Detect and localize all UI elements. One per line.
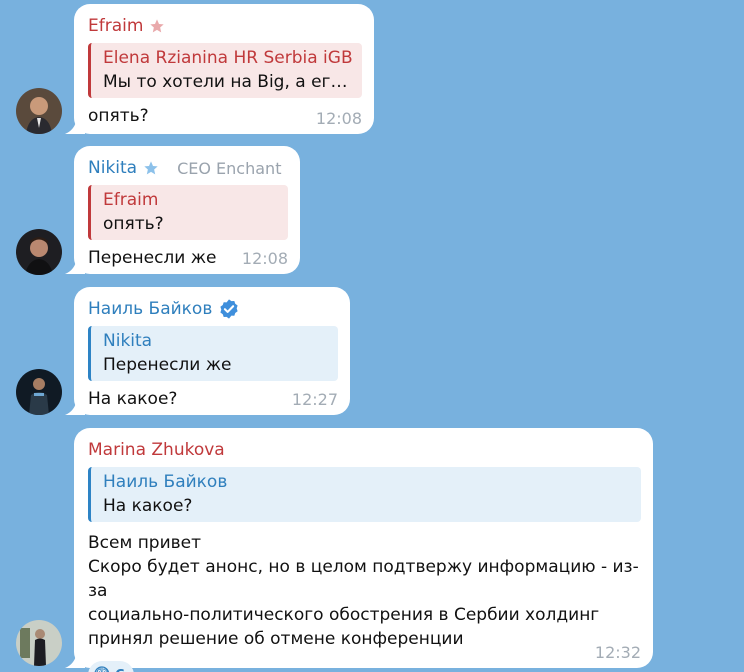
verified-badge-icon [220, 299, 238, 319]
avatar-efraim[interactable] [16, 88, 62, 134]
reply-author: Nikita [103, 331, 153, 351]
reply-author: Наиль Байков [103, 472, 228, 492]
reply-author: Efraim [103, 190, 159, 210]
author-name[interactable]: Efraim [88, 16, 143, 36]
message-time: 12:32 [594, 643, 641, 662]
reply-text: На какое? [103, 496, 193, 516]
message-bubble-marina-zhukova[interactable]: Marina Zhukova Наиль Байков На какое? Вс… [65, 428, 653, 672]
avatar-marina-zhukova[interactable] [16, 620, 62, 666]
message-text-line: социально-политического обострения в Сер… [88, 605, 600, 625]
message-bubble-nikita[interactable]: Nikita CEO Enchant Efraim опять? Перенес… [65, 146, 300, 274]
message-time: 12:27 [291, 390, 338, 409]
author-title: CEO Enchant [177, 158, 282, 178]
reply-quote[interactable]: Наиль Байков На какое? [88, 467, 641, 522]
bubble-tail [65, 118, 85, 134]
author-name[interactable]: Marina Zhukova [88, 440, 225, 460]
star-icon [150, 19, 165, 33]
message-author[interactable]: Marina Zhukova [88, 438, 641, 462]
bubble-tail [65, 258, 85, 274]
reply-author: Elena Rzianina HR Serbia iGB [103, 48, 353, 68]
avatar-nikita-image [16, 229, 62, 275]
author-name[interactable]: Наиль Байков [88, 299, 212, 319]
message-time: 12:08 [315, 109, 362, 128]
reply-quote[interactable]: Efraim опять? [88, 185, 288, 240]
avatar-nail-baikov-image [16, 369, 62, 415]
avatar-marina-zhukova-image [16, 620, 62, 666]
reply-text: Перенесли же [103, 355, 232, 375]
reply-quote[interactable]: Elena Rzianina HR Serbia iGB Мы то хотел… [88, 43, 362, 98]
reaction-count: 6 [115, 666, 125, 672]
avatar-nikita[interactable] [16, 229, 62, 275]
message-author[interactable]: Efraim [88, 14, 362, 38]
bubble-tail [65, 399, 85, 415]
message-text: Всем привет Скоро будет анонс, но в цело… [88, 531, 641, 651]
star-icon [144, 161, 158, 175]
message-bubble-efraim[interactable]: Efraim Elena Rzianina HR Serbia iGB Мы т… [65, 4, 374, 134]
avatar-efraim-image [16, 88, 62, 134]
reply-text: Мы то хотели на Big, а его ... [103, 72, 354, 92]
message-bubble-nail-baikov[interactable]: Наиль Байков Nikita Перенесли же На како… [65, 287, 350, 415]
reaction-button[interactable]: 😨 6 [88, 661, 135, 672]
author-name[interactable]: Nikita [88, 158, 137, 178]
message-author[interactable]: Nikita CEO Enchant [88, 156, 288, 180]
reply-text: опять? [103, 214, 164, 234]
message-text-line: Всем привет [88, 533, 202, 553]
fearful-face-emoji-icon: 😨 [93, 665, 111, 672]
avatar-nail-baikov[interactable] [16, 369, 62, 415]
bubble-tail [65, 652, 85, 668]
message-text-line: принял решение об отмене конференции [88, 629, 464, 649]
reply-quote[interactable]: Nikita Перенесли же [88, 326, 338, 381]
message-time: 12:08 [241, 249, 288, 268]
message-author[interactable]: Наиль Байков [88, 297, 338, 321]
message-text-line: Скоро будет анонс, но в целом подтвержу … [88, 557, 639, 601]
